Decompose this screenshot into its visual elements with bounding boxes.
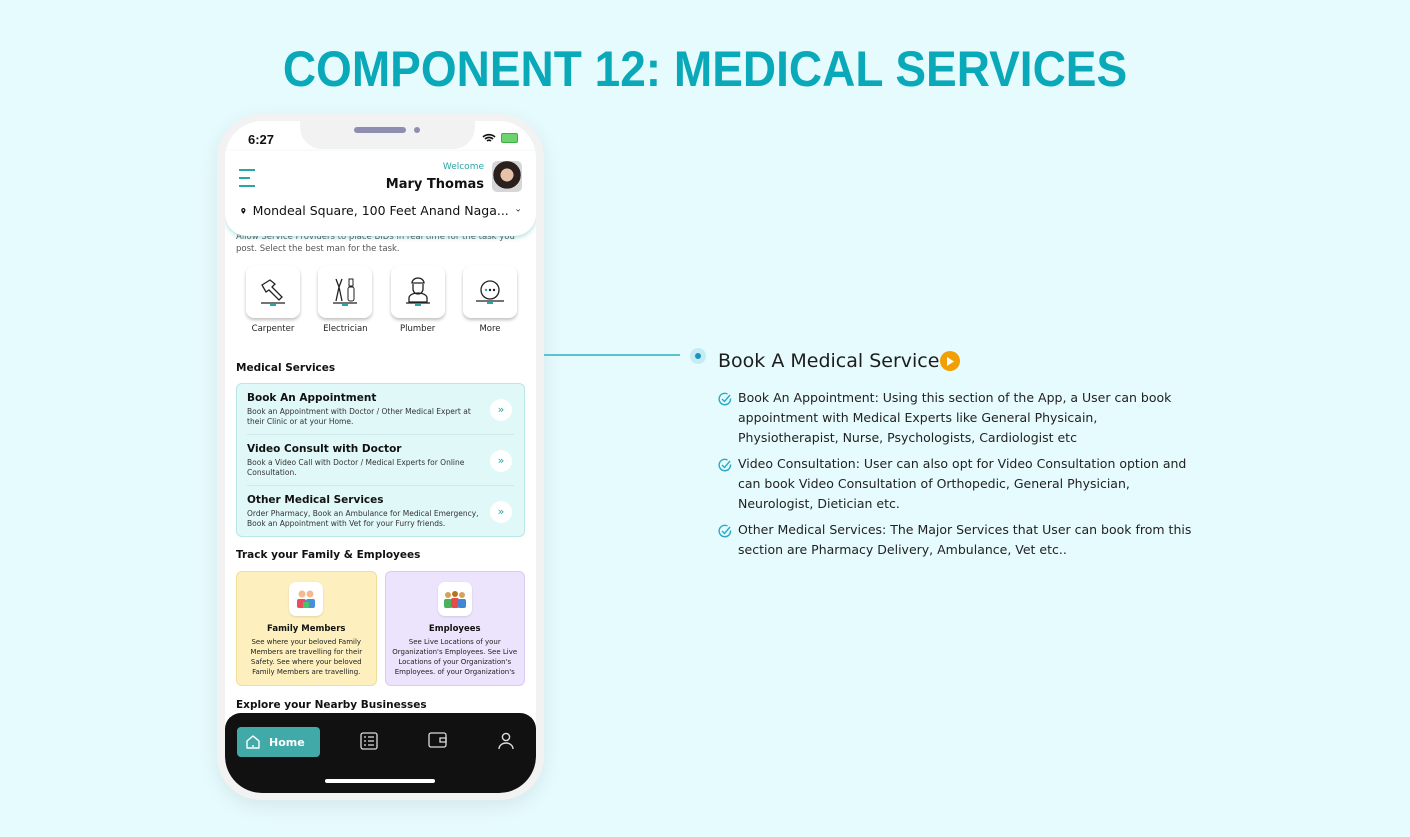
play-icon[interactable] <box>940 351 961 371</box>
check-circle-icon <box>718 458 732 472</box>
medical-services-card: Book An Appointment Book an Appointment … <box>236 383 525 537</box>
chevron-right-icon[interactable]: » <box>490 399 512 421</box>
family-members-card[interactable]: Family Members See where your beloved Fa… <box>236 571 377 686</box>
hamburger-menu-icon[interactable] <box>239 169 255 187</box>
status-icons <box>482 133 518 143</box>
avatar[interactable] <box>492 161 522 192</box>
category-plumber[interactable]: Plumber <box>390 266 445 334</box>
wifi-icon <box>482 133 496 142</box>
medical-item-video-consult[interactable]: Video Consult with Doctor Book a Video C… <box>247 435 514 486</box>
location-text: Mondeal Square, 100 Feet Anand Naga... <box>252 203 509 218</box>
user-name: Mary Thomas <box>385 177 484 192</box>
feature-bullet: Book An Appointment: Using this section … <box>718 388 1198 448</box>
task-list-icon[interactable] <box>360 732 378 750</box>
connector-line <box>544 354 680 356</box>
track-title: Track your Family & Employees <box>236 549 421 561</box>
connector-dot <box>690 348 706 364</box>
medical-services-title: Medical Services <box>236 362 336 374</box>
location-selector[interactable]: Mondeal Square, 100 Feet Anand Naga... <box>241 203 520 218</box>
phone-notch <box>300 121 475 149</box>
feature-bullet: Video Consultation: User can also opt fo… <box>718 454 1198 514</box>
bottom-tab-bar: Home <box>225 713 536 793</box>
family-icon <box>297 590 316 608</box>
location-pin-icon <box>241 207 246 214</box>
category-row: Carpenter Electrician Plumber More <box>246 266 517 334</box>
check-circle-icon <box>718 392 732 406</box>
status-time: 6:27 <box>248 132 275 147</box>
chevron-down-icon[interactable] <box>515 207 520 214</box>
hammer-icon <box>261 279 285 306</box>
employees-card[interactable]: Employees See Live Locations of your Org… <box>384 571 525 686</box>
medical-item-other[interactable]: Other Medical Services Order Pharmacy, B… <box>247 486 514 536</box>
pliers-screwdriver-icon <box>333 278 358 306</box>
welcome-label: Welcome <box>442 162 484 172</box>
category-more[interactable]: More <box>462 266 517 334</box>
employees-icon <box>443 591 466 608</box>
home-content: Allow Service Providers to place BIDs in… <box>225 231 536 711</box>
medical-item-appointment[interactable]: Book An Appointment Book an Appointment … <box>247 384 514 435</box>
battery-icon <box>501 133 518 143</box>
category-electrician[interactable]: Electrician <box>318 266 373 334</box>
home-icon <box>246 735 260 749</box>
app-header: Welcome Mary Thomas Mondeal Square, 100 … <box>225 151 536 236</box>
profile-icon[interactable] <box>498 732 514 750</box>
phone-screen: 6:27 Welcome Mary Thomas Mondeal Square,… <box>225 121 536 793</box>
chevron-right-icon[interactable]: » <box>490 450 512 472</box>
tab-home[interactable]: Home <box>237 727 320 757</box>
plumber-icon <box>405 277 430 306</box>
track-cards: Family Members See where your beloved Fa… <box>236 571 525 686</box>
more-icon <box>475 280 504 304</box>
category-carpenter[interactable]: Carpenter <box>246 266 300 334</box>
feature-bullet: Other Medical Services: The Major Servic… <box>718 520 1198 560</box>
check-circle-icon <box>718 524 732 538</box>
chevron-right-icon[interactable]: » <box>490 501 512 523</box>
home-indicator <box>325 779 435 783</box>
page-title: COMPONENT 12: MEDICAL SERVICES <box>282 41 1128 97</box>
phone-mockup: 6:27 Welcome Mary Thomas Mondeal Square,… <box>217 114 544 800</box>
feature-title: Book A Medical Service <box>718 350 961 372</box>
explore-title: Explore your Nearby Businesses <box>236 699 427 711</box>
feature-bullets: Book An Appointment: Using this section … <box>718 388 1198 566</box>
wallet-icon[interactable] <box>428 732 447 748</box>
